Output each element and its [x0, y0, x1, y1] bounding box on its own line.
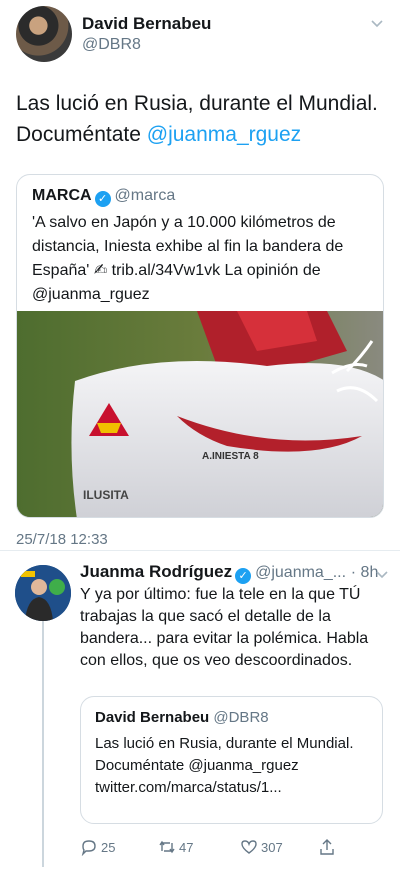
quoted-author-name: MARCA [32, 187, 92, 204]
retweet-button[interactable]: 47 [158, 836, 193, 858]
tweet-text: Las lució en Rusia, durante el Mundial. … [16, 88, 391, 150]
nested-author-name: David Bernabeu [95, 709, 210, 726]
author-handle[interactable]: @DBR8 [82, 36, 141, 54]
author-name[interactable]: David Bernabeu [82, 14, 211, 34]
tweet-actions: 25 47 307 [80, 836, 380, 858]
shoe-logo-text: ILUSITA [83, 488, 129, 502]
quoted-tweet-card[interactable]: MARCA ✓ @marca 'A salvo en Japón y a 10.00… [16, 174, 384, 518]
verified-badge-icon: ✓ [235, 568, 252, 584]
quoted-author-handle: @marca [114, 187, 176, 204]
reply-text: Y ya por último: fue la tele en la que T… [80, 586, 369, 669]
reply-avatar[interactable] [15, 565, 71, 621]
like-count: 307 [261, 839, 283, 855]
reply-count: 25 [101, 839, 116, 855]
nested-quoted-text: Las lució en Rusia, durante el Mundial. … [95, 735, 354, 796]
reply-author-name[interactable]: Juanma Rodríguez [80, 562, 232, 581]
nested-author-handle: @DBR8 [213, 709, 269, 726]
like-icon [241, 840, 257, 854]
like-button[interactable]: 307 [240, 836, 283, 858]
retweet-icon [159, 840, 175, 854]
avatar[interactable] [16, 6, 72, 62]
main-tweet: David Bernabeu @DBR8 Las lució en Rusia,… [0, 0, 400, 548]
share-button[interactable] [318, 836, 336, 858]
nested-quoted-header: David Bernabeu @DBR8 [95, 709, 269, 726]
quoted-tweet-header: MARCA ✓ @marca [32, 187, 175, 207]
retweet-count: 47 [179, 839, 194, 855]
chevron-down-icon[interactable] [370, 16, 384, 30]
verified-badge-icon: ✓ [94, 191, 111, 207]
reply-author-handle[interactable]: @juanma_... [255, 564, 346, 581]
shoe-name-text: A.INIESTA 8 [202, 451, 259, 462]
share-icon [320, 839, 334, 855]
thread-line [42, 617, 44, 867]
chevron-down-icon[interactable] [375, 567, 389, 581]
reply-button[interactable]: 25 [80, 836, 115, 858]
nested-quoted-tweet-card[interactable]: David Bernabeu @DBR8 Las lució en Rusia,… [80, 696, 383, 824]
reply-icon [81, 840, 96, 856]
reply-header: Juanma Rodríguez ✓ @juanma_... · 8h [80, 562, 395, 584]
quoted-tweet-text: 'A salvo en Japón y a 10.000 kilómetros … [32, 214, 344, 303]
reply-tweet[interactable]: Juanma Rodríguez ✓ @juanma_... · 8h Y ya p… [0, 551, 400, 872]
shoe-photo[interactable]: A.INIESTA 8 ILUSITA [17, 311, 384, 518]
tweet-timestamp[interactable]: 25/7/18 12:33 [16, 531, 108, 548]
mention-link[interactable]: @juanma_rguez [147, 123, 301, 146]
